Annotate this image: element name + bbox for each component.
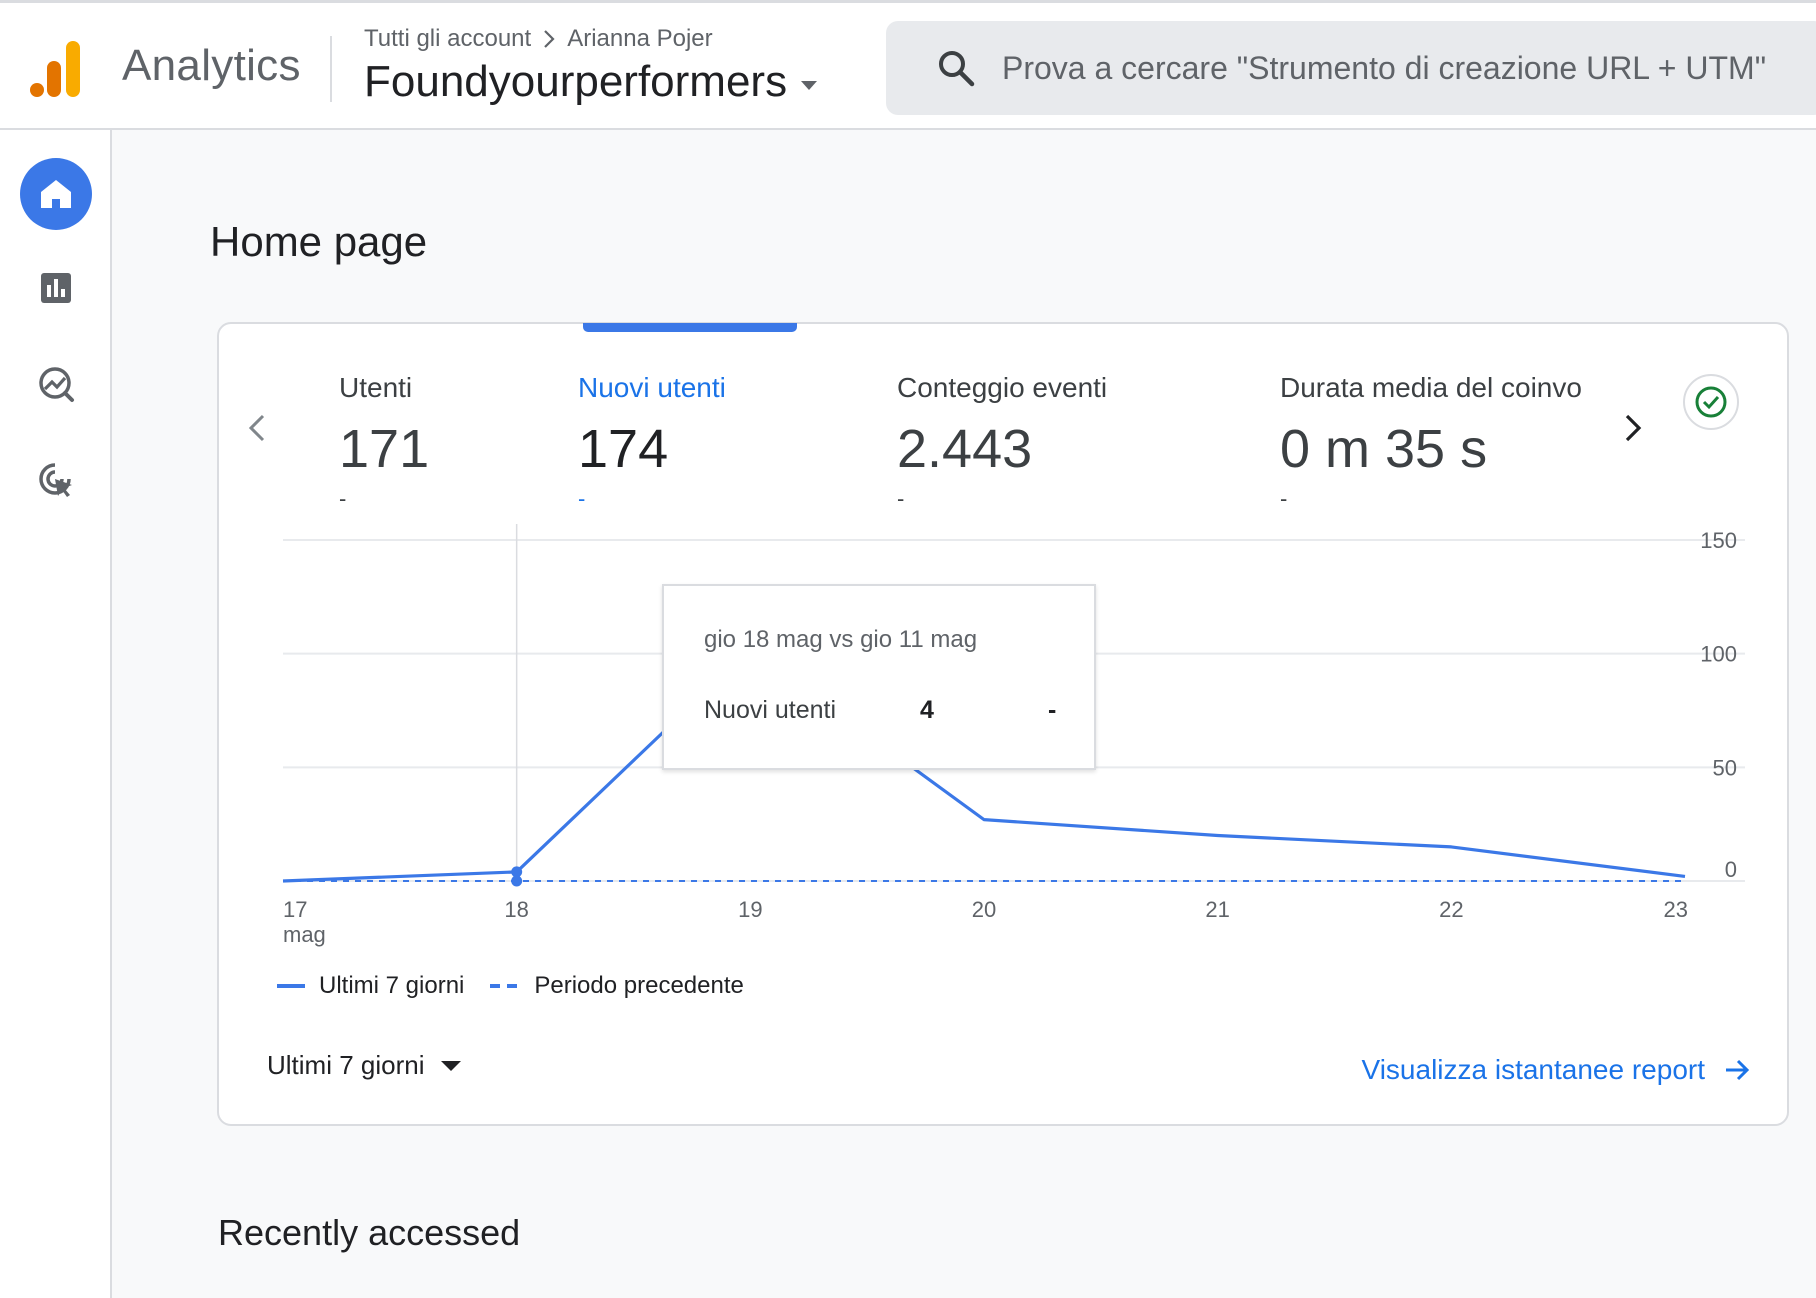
legend-current-label: Ultimi 7 giorni — [319, 972, 465, 999]
metric-event-count[interactable]: Conteggio eventi 2.443 - — [897, 372, 1107, 512]
metric-label: Conteggio eventi — [897, 372, 1108, 403]
tooltip-metric: Nuovi utenti — [704, 696, 837, 724]
selected-tab-indicator — [583, 323, 797, 332]
chart-tooltip: gio 18 mag vs gio 11 mag Nuovi utenti 4 … — [662, 584, 1096, 770]
breadcrumb-all-accounts[interactable]: Tutti gli account — [364, 25, 531, 53]
x-tick-label: 20 — [972, 897, 996, 922]
search-icon[interactable] — [936, 48, 976, 88]
x-tick-label: 22 — [1439, 897, 1463, 922]
explore-trend-icon — [39, 367, 74, 402]
metric-delta: - — [1280, 486, 1288, 511]
metric-users[interactable]: Utenti 171 - — [339, 372, 429, 512]
caret-down-icon — [801, 80, 818, 90]
metric-delta: - — [578, 486, 586, 511]
date-range-label: Ultimi 7 giorni — [267, 1050, 425, 1080]
left-nav — [0, 130, 112, 1298]
chevron-right-icon — [544, 30, 555, 48]
metric-avg-engagement[interactable]: Durata media del coinvo 0 m 35 s - — [1280, 372, 1582, 512]
x-tick-label: mag — [283, 922, 326, 947]
page-title: Home page — [210, 218, 428, 265]
metric-label: Utenti — [339, 372, 413, 403]
tooltip-title: gio 18 mag vs gio 11 mag — [704, 626, 978, 653]
view-report-label: Visualizza istantanee report — [1361, 1054, 1705, 1085]
chart-legend: Ultimi 7 giorni Periodo precedente — [277, 972, 744, 1000]
metric-label: Durata media del coinvo — [1280, 372, 1582, 403]
chevron-right-icon[interactable] — [1615, 408, 1649, 448]
y-tick-label: 0 — [1725, 857, 1737, 882]
legend-dashed-swatch — [490, 984, 521, 988]
chevron-left-icon[interactable] — [241, 408, 275, 448]
metric-value: 0 m 35 s — [1280, 419, 1488, 479]
series-point-1 — [511, 875, 523, 887]
legend-solid-swatch — [277, 984, 305, 988]
view-report-link[interactable]: Visualizza istantanee report — [1362, 1054, 1751, 1086]
tooltip-delta: - — [1048, 696, 1057, 724]
metric-value: 171 — [339, 419, 430, 479]
check-circle-icon — [1695, 386, 1727, 418]
breadcrumb-account[interactable]: Arianna Pojer — [567, 25, 712, 53]
top-bar: Analytics Tutti gli account Arianna Poje… — [0, 0, 1816, 130]
x-tick-label: 17 — [283, 897, 307, 922]
nav-home[interactable] — [20, 158, 92, 230]
x-tick-label: 19 — [738, 897, 762, 922]
bar-chart-icon — [41, 273, 71, 303]
y-tick-label: 150 — [1700, 528, 1737, 553]
metric-delta: - — [339, 486, 347, 511]
x-tick-label: 18 — [504, 897, 528, 922]
nav-explore[interactable] — [20, 348, 92, 420]
date-range-selector[interactable]: Ultimi 7 giorni — [267, 1050, 461, 1081]
analytics-logo-icon[interactable] — [30, 41, 84, 99]
legend-previous-label: Periodo precedente — [534, 972, 744, 999]
breadcrumb[interactable]: Tutti gli account Arianna Pojer — [364, 25, 713, 53]
metric-value: 2.443 — [897, 419, 1033, 479]
nav-reports[interactable] — [20, 252, 92, 324]
property-selector[interactable]: Foundyourperformers — [364, 57, 818, 107]
metric-delta: - — [897, 486, 905, 511]
y-tick-label: 50 — [1713, 755, 1737, 780]
nav-advertising[interactable] — [20, 444, 92, 516]
search-input[interactable] — [1002, 49, 1816, 87]
x-tick-label: 21 — [1205, 897, 1229, 922]
ads-cursor-icon — [39, 463, 72, 497]
overview-card: Utenti 171 - Nuovi utenti 174 - Conteggi… — [217, 322, 1789, 1126]
caret-down-icon — [440, 1060, 461, 1071]
arrow-right-icon — [1726, 1059, 1750, 1081]
x-tick-label: 23 — [1664, 897, 1688, 922]
tooltip-value: 4 — [920, 696, 934, 724]
header-divider — [330, 36, 332, 102]
metric-new-users[interactable]: Nuovi utenti 174 - — [578, 372, 726, 512]
data-quality-badge[interactable] — [1683, 374, 1739, 430]
metric-label: Nuovi utenti — [578, 372, 726, 403]
home-icon — [41, 180, 71, 208]
metric-value: 174 — [578, 419, 669, 479]
recently-accessed-title: Recently accessed — [218, 1212, 521, 1253]
y-tick-label: 100 — [1700, 642, 1737, 667]
property-name: Foundyourperformers — [364, 57, 788, 106]
app-name: Analytics — [122, 41, 301, 90]
search-bar[interactable] — [886, 21, 1816, 115]
